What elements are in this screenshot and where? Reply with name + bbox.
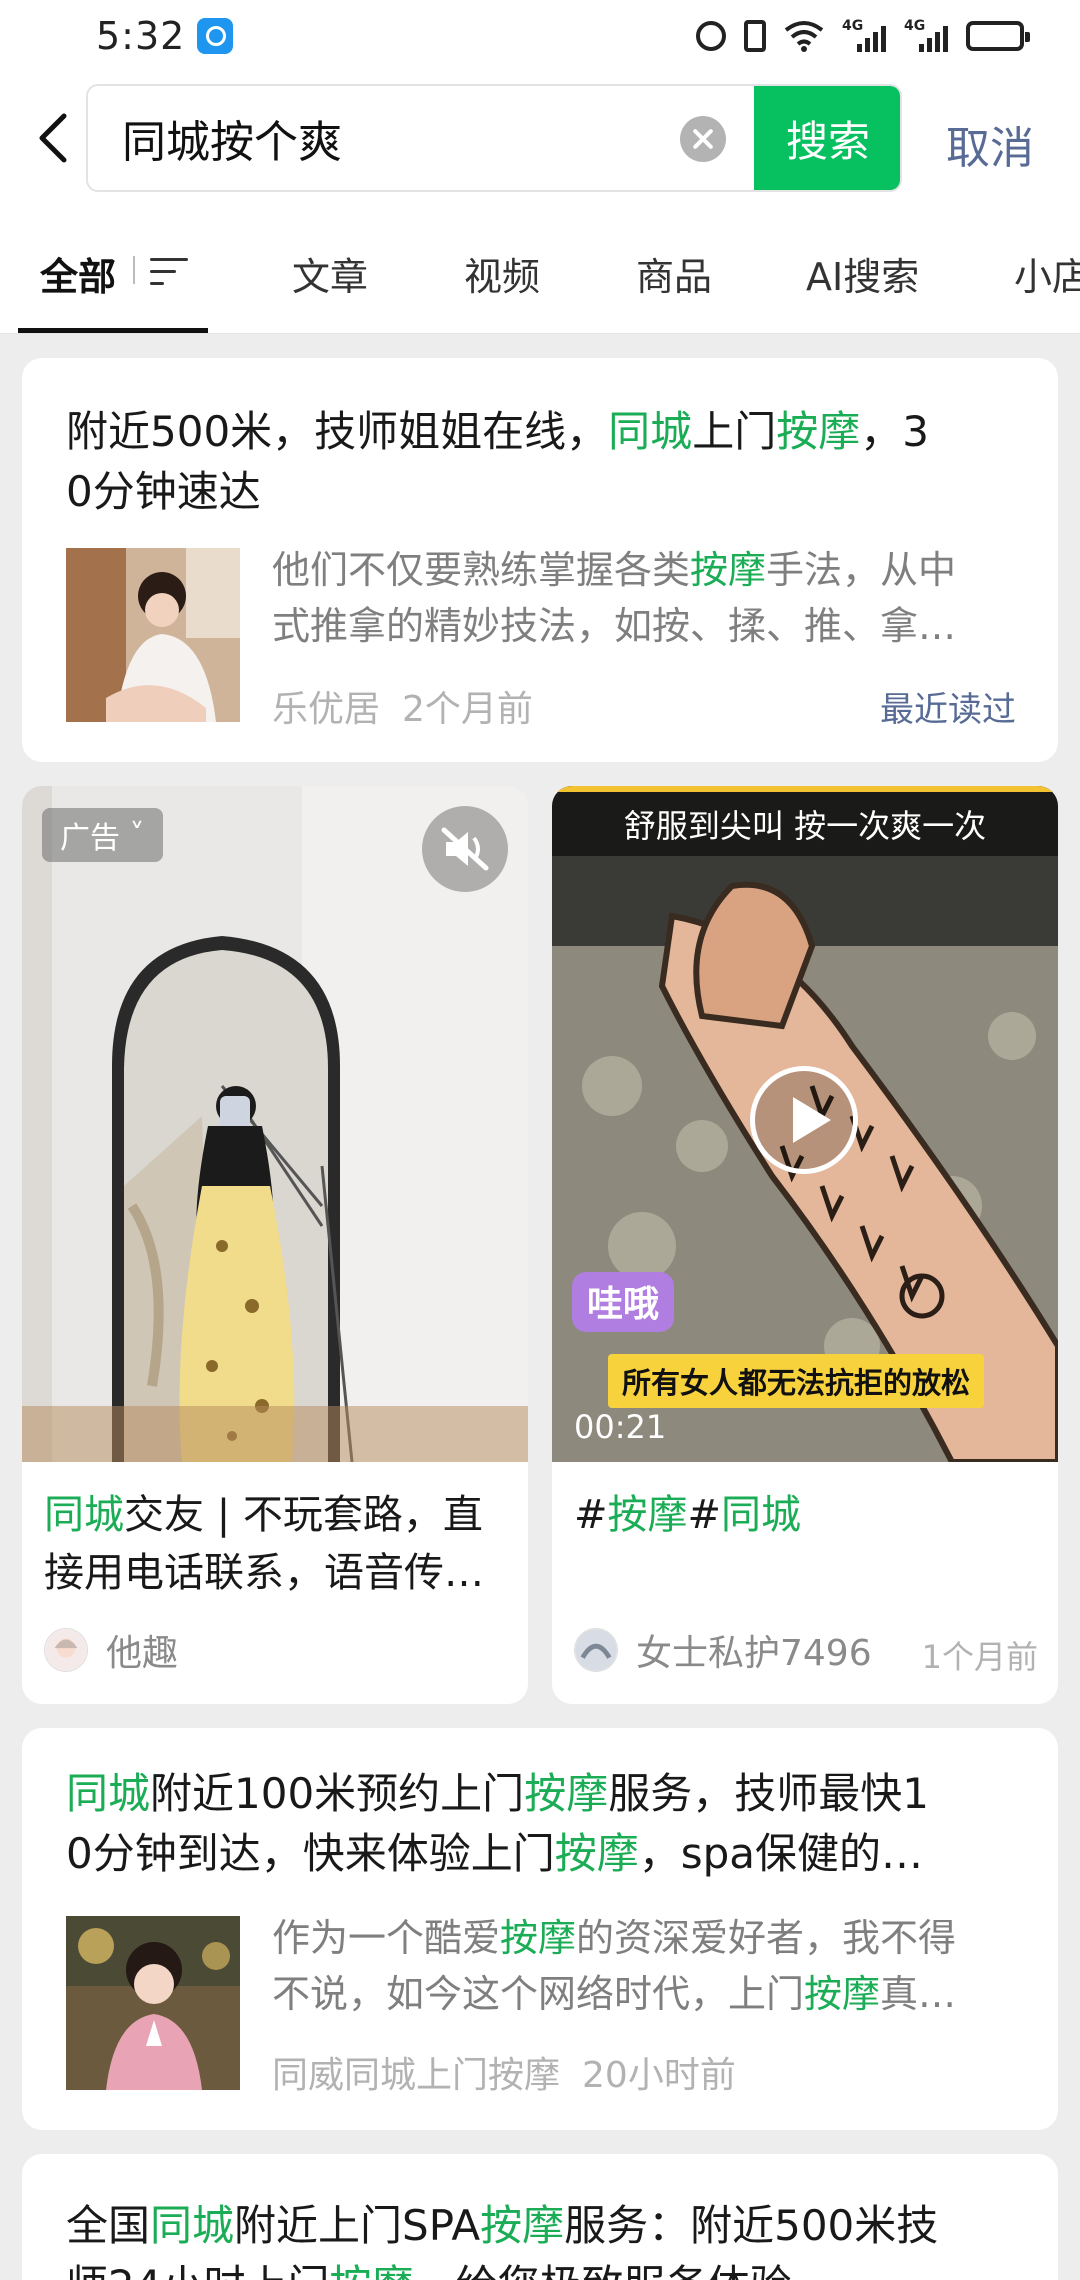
- tab-all[interactable]: 全部: [40, 246, 116, 301]
- ad-badge[interactable]: 广告 ˅: [42, 808, 163, 862]
- status-icons: 4G 4G: [696, 18, 1030, 52]
- video-caption-bottom: 所有女人都无法抗拒的放松: [608, 1354, 985, 1408]
- article-title: 同城附近100米预约上门按摩服务，技师最快1 0分钟到达，快来体验上门按摩，sp…: [66, 1769, 929, 1878]
- mute-icon[interactable]: [422, 806, 508, 892]
- avatar: [574, 1628, 618, 1672]
- tab-articles[interactable]: 文章: [292, 246, 368, 301]
- battery-icon: [966, 21, 1030, 51]
- feed-time: 1个月前: [921, 1638, 1038, 1676]
- author-name: 女士私护7496: [636, 1633, 872, 1674]
- wifi-icon: [784, 21, 824, 52]
- feed-author[interactable]: 女士私护7496: [574, 1624, 872, 1676]
- article-thumbnail: [66, 1916, 240, 2090]
- recently-read-tag: 最近读过: [880, 690, 1016, 730]
- article-source: 同威同城上门按摩: [272, 2055, 561, 2096]
- active-tab-indicator: [18, 328, 208, 333]
- feed-author[interactable]: 他趣: [44, 1624, 178, 1676]
- article-title: 附近500米，技师姐姐在线，同城上门按摩，3 0分钟速达: [66, 407, 929, 516]
- clear-icon[interactable]: [680, 116, 726, 162]
- ad-image: 广告 ˅: [22, 786, 528, 1462]
- article-time: 2个月前: [402, 689, 533, 730]
- signal-icon: 4G: [904, 18, 948, 52]
- feed-title: #按摩#同城: [574, 1492, 802, 1538]
- alarm-icon: [696, 21, 726, 51]
- tab-divider: [133, 256, 135, 284]
- author-name: 他趣: [106, 1633, 179, 1674]
- article-summary: 作为一个酷爱按摩的资深爱好者，我不得 不说，如今这个网络时代，上门按摩真…: [272, 1916, 957, 2016]
- tab-products[interactable]: 商品: [636, 246, 712, 301]
- ad-feed-card[interactable]: 广告 ˅ 同城交友 | 不玩套路，直 接用电话联系，语音传… 他趣: [22, 786, 528, 1704]
- article-result-card[interactable]: 同城附近100米预约上门按摩服务，技师最快1 0分钟到达，快来体验上门按摩，sp…: [22, 1728, 1058, 2130]
- video-duration: 00:21: [574, 1408, 667, 1446]
- wow-sticker: 哇哦: [572, 1272, 674, 1332]
- feed-title: 同城交友 | 不玩套路，直 接用电话联系，语音传…: [44, 1492, 484, 1596]
- article-result-card[interactable]: 全国同城附近上门SPA按摩服务：附近500米技 师24小时上门按摩，给您极致服务…: [22, 2154, 1058, 2280]
- status-time: 5:32: [96, 14, 186, 58]
- avatar: [44, 1628, 88, 1672]
- vibrate-icon: [744, 20, 766, 52]
- video-caption-top: 舒服到尖叫 按一次爽一次: [552, 786, 1058, 856]
- article-source: 乐优居: [272, 689, 381, 730]
- filter-icon[interactable]: [150, 258, 188, 288]
- search-header: 搜索 取消: [0, 72, 1080, 202]
- status-bar: 5:32 4G 4G: [0, 0, 1080, 72]
- article-summary: 他们不仅要熟练掌握各类按摩手法，从中 式推拿的精妙技法，如按、揉、推、拿…: [272, 548, 957, 648]
- signal-icon: 4G: [842, 18, 886, 52]
- svg-text:哇哦: 哇哦: [587, 1284, 659, 1325]
- article-title: 全国同城附近上门SPA按摩服务：附近500米技 师24小时上门按摩，给您极致服务…: [66, 2201, 939, 2280]
- article-result-card[interactable]: 附近500米，技师姐姐在线，同城上门按摩，3 0分钟速达 他们不仅要熟练掌握各类…: [22, 358, 1058, 762]
- back-arrow-icon[interactable]: [30, 108, 80, 168]
- search-app-icon: [197, 18, 234, 54]
- article-thumbnail: [66, 548, 240, 722]
- article-meta: 乐优居 2个月前: [272, 680, 533, 732]
- article-meta: 同威同城上门按摩 20小时前: [272, 2046, 736, 2098]
- video-feed-card[interactable]: 舒服到尖叫 按一次爽一次 哇哦 所有女人都无法抗拒的放松 00:21 #按摩#同…: [552, 786, 1058, 1704]
- article-time: 20小时前: [582, 2055, 736, 2096]
- play-icon[interactable]: [750, 1066, 858, 1174]
- search-box: 搜索: [86, 84, 902, 192]
- tab-shops[interactable]: 小店: [1014, 246, 1080, 301]
- tab-videos[interactable]: 视频: [464, 246, 540, 301]
- search-input[interactable]: [122, 86, 722, 190]
- tab-ai-search[interactable]: AI搜索: [806, 246, 919, 301]
- tab-bar: 全部 文章 视频 商品 AI搜索 小店: [0, 202, 1080, 334]
- cancel-button[interactable]: 取消: [946, 112, 1034, 176]
- search-button[interactable]: 搜索: [754, 86, 900, 190]
- video-thumbnail: 舒服到尖叫 按一次爽一次 哇哦 所有女人都无法抗拒的放松 00:21: [552, 786, 1058, 1462]
